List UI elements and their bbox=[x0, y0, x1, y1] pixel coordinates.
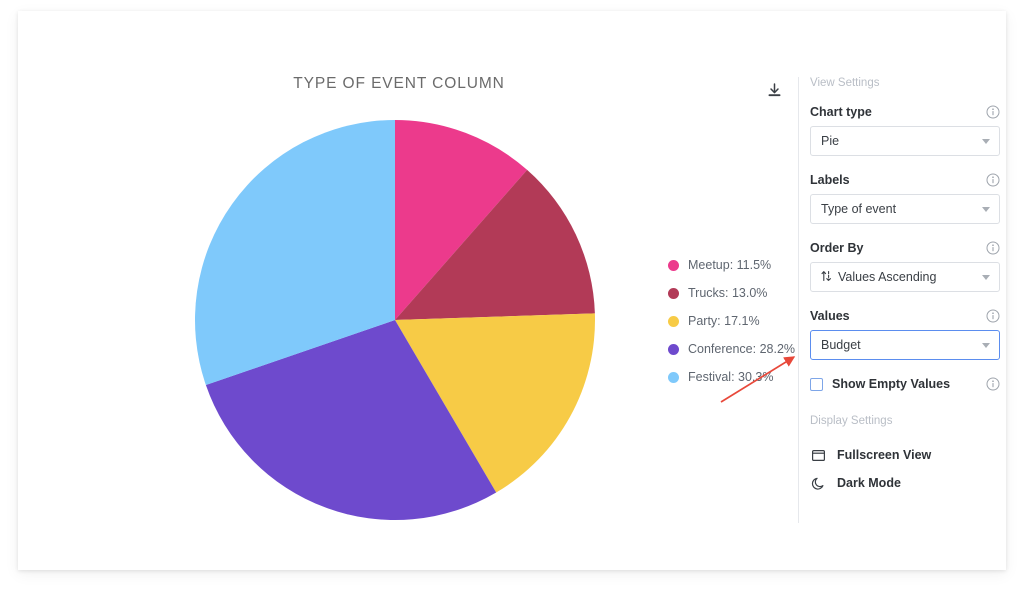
labels-value: Type of event bbox=[821, 202, 897, 216]
field-values: Values Budget bbox=[810, 309, 1000, 360]
field-header-labels: Labels bbox=[810, 173, 1000, 187]
field-label-labels: Labels bbox=[810, 173, 850, 187]
chart-title: TYPE OF EVENT COLUMN bbox=[293, 75, 505, 92]
legend-color-swatch bbox=[668, 343, 679, 355]
field-header-values: Values bbox=[810, 309, 1000, 323]
order-by-value: Values Ascending bbox=[838, 270, 937, 284]
show-empty-values-checkbox[interactable] bbox=[810, 377, 823, 391]
fullscreen-view-label: Fullscreen View bbox=[837, 448, 932, 462]
screenshot-root: TYPE OF EVENT COLUMN Meetup: 11.5% Trucks… bbox=[0, 0, 1024, 591]
display-settings-heading: Display Settings bbox=[810, 415, 893, 427]
chart-type-select[interactable]: Pie bbox=[810, 126, 1000, 156]
chart-type-value: Pie bbox=[821, 134, 840, 148]
legend-color-swatch bbox=[668, 371, 679, 383]
sort-icon bbox=[821, 270, 832, 285]
legend-item[interactable]: Party: 17.1% bbox=[668, 307, 795, 335]
legend-item[interactable]: Meetup: 11.5% bbox=[668, 251, 795, 279]
field-label-chart-type: Chart type bbox=[810, 105, 872, 119]
legend-label: Party: 17.1% bbox=[688, 314, 760, 328]
chart-card: TYPE OF EVENT COLUMN Meetup: 11.5% Trucks… bbox=[18, 11, 1006, 570]
chevron-down-icon bbox=[982, 343, 990, 348]
panel-divider bbox=[798, 77, 799, 523]
legend-color-swatch bbox=[668, 315, 679, 327]
chevron-down-icon bbox=[982, 207, 990, 212]
chevron-down-icon bbox=[982, 139, 990, 144]
legend-item[interactable]: Trucks: 13.0% bbox=[668, 279, 795, 307]
values-value: Budget bbox=[821, 338, 861, 352]
chart-legend: Meetup: 11.5% Trucks: 13.0% Party: 17.1% Co… bbox=[668, 251, 795, 391]
show-empty-values-row[interactable]: Show Empty Values bbox=[810, 377, 1000, 391]
field-order-by: Order By Values Ascending bbox=[810, 241, 1000, 292]
legend-color-swatch bbox=[668, 259, 679, 271]
info-icon[interactable] bbox=[986, 377, 1000, 391]
legend-item[interactable]: Conference: 28.2% bbox=[668, 335, 795, 363]
field-header-chart-type: Chart type bbox=[810, 105, 1000, 119]
info-icon[interactable] bbox=[986, 241, 1000, 255]
values-select[interactable]: Budget bbox=[810, 330, 1000, 360]
view-settings-heading: View Settings bbox=[810, 77, 880, 89]
legend-item[interactable]: Festival: 30.3% bbox=[668, 363, 795, 391]
field-chart-type: Chart type Pie bbox=[810, 105, 1000, 156]
field-labels: Labels Type of event bbox=[810, 173, 1000, 224]
chevron-down-icon bbox=[982, 275, 990, 280]
legend-label: Festival: 30.3% bbox=[688, 370, 774, 384]
dark-mode-option[interactable]: Dark Mode bbox=[810, 469, 1000, 497]
view-settings-panel: View Settings Chart type Pie Labels Type… bbox=[810, 77, 1000, 497]
chart-area: TYPE OF EVENT COLUMN Meetup: 11.5% Trucks… bbox=[18, 11, 795, 570]
field-header-order-by: Order By bbox=[810, 241, 1000, 255]
info-icon[interactable] bbox=[986, 309, 1000, 323]
show-empty-values-label: Show Empty Values bbox=[832, 377, 951, 391]
download-icon[interactable] bbox=[760, 76, 788, 104]
legend-label: Conference: 28.2% bbox=[688, 342, 796, 356]
pie-svg bbox=[194, 120, 595, 520]
info-icon[interactable] bbox=[986, 105, 1000, 119]
labels-select[interactable]: Type of event bbox=[810, 194, 1000, 224]
fullscreen-view-option[interactable]: Fullscreen View bbox=[810, 441, 1000, 469]
field-label-order-by: Order By bbox=[810, 241, 864, 255]
dark-mode-label: Dark Mode bbox=[837, 476, 901, 490]
moon-icon bbox=[810, 475, 826, 491]
order-by-select[interactable]: Values Ascending bbox=[810, 262, 1000, 292]
pie-chart bbox=[185, 110, 605, 530]
legend-label: Trucks: 13.0% bbox=[688, 286, 768, 300]
legend-label: Meetup: 11.5% bbox=[688, 258, 772, 272]
legend-color-swatch bbox=[668, 287, 679, 299]
info-icon[interactable] bbox=[986, 173, 1000, 187]
field-label-values: Values bbox=[810, 309, 850, 323]
fullscreen-icon bbox=[810, 447, 826, 463]
